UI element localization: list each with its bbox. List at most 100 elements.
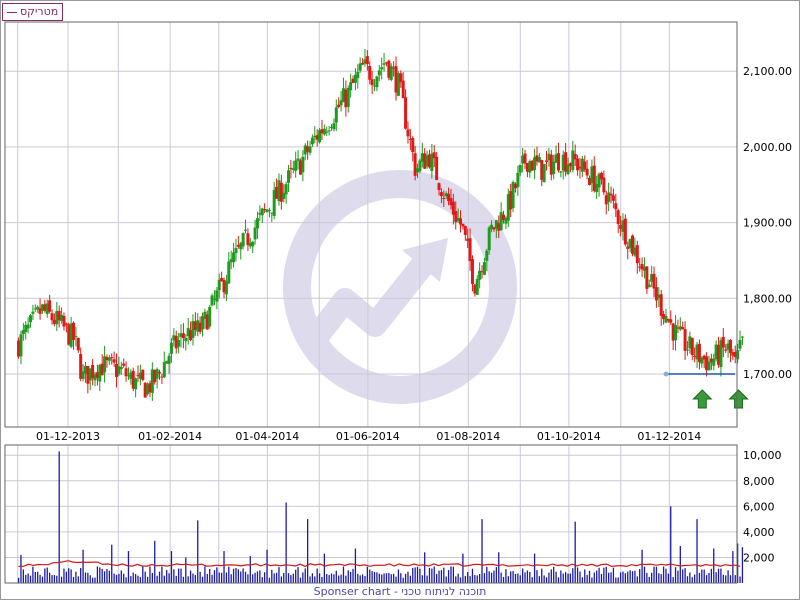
candle-body [674,325,678,341]
candle-body [559,171,563,173]
candle-body [616,210,620,225]
candle-body [406,129,410,137]
price-tick-label: 2,000.00 [743,141,792,154]
candle-body [356,71,360,79]
candle-body [669,319,673,323]
candle-body [241,233,245,247]
candle-body [19,334,23,357]
candle-body [545,160,549,162]
footer-credit: Sponser chart - תוכנה לניתוח טכני [313,585,487,598]
candle-body [370,79,374,86]
candle-body [62,316,66,327]
candle-body [377,70,381,76]
candle-body [294,160,298,171]
candle-body [475,279,479,295]
candle-body [375,76,379,88]
candle-body [227,261,231,284]
candle-body [122,363,126,366]
price-tick-label: 1,900.00 [743,217,792,230]
candle-body [26,324,30,329]
candle-body [48,300,52,312]
volume-panel-frame [4,444,738,584]
volume-tick-label: 10,000 [743,449,782,462]
date-tick-label: 01-06-2014 [336,430,400,443]
candle-body [232,252,236,263]
candle-body [681,327,685,330]
candle-body [463,225,467,235]
candle-body [284,184,288,195]
candle-body [167,355,171,364]
volume-tick-label: 8,000 [743,475,775,488]
date-tick-label: 01-08-2014 [436,430,500,443]
candle-body [169,342,173,354]
candle-body [76,337,80,351]
candle-body [585,168,589,176]
candle-body [253,227,257,240]
candle-body [296,158,300,161]
candle-body [267,209,271,211]
price-tick-label: 1,800.00 [743,292,792,305]
date-tick-label: 01-12-2014 [637,430,701,443]
candle-body [602,177,606,193]
candle-body [728,339,732,354]
candle-body [418,160,422,172]
date-tick-label: 01-12-2013 [36,430,100,443]
price-tick-label: 2,100.00 [743,65,792,78]
candle-body [112,359,116,363]
candle-body [652,273,656,289]
candle-body [365,56,369,65]
candle-body [31,311,35,314]
candle-body [552,161,556,174]
candle-body [647,284,651,288]
up-arrow-icon [692,389,713,409]
candle-body [404,97,408,129]
candle-body [72,322,76,340]
candle-body [712,358,716,366]
candle-body [518,164,522,173]
candle-body [442,198,446,200]
candle-body [556,153,560,171]
candle-body [482,262,486,275]
candle-body [217,279,221,291]
candle-body [124,368,128,377]
candle-body [368,66,372,80]
candle-body [162,362,166,378]
candle-body [215,290,219,302]
candle-body [623,218,627,245]
candle-body [459,218,463,225]
candle-body [470,259,474,284]
candle-body [685,349,689,351]
chart-canvas: 1,700.00 1,800.00 1,900.00 2,000.00 2,100.00… [0,0,800,600]
price-annotations [663,371,749,409]
candle-body [738,340,742,349]
candle-body [251,241,255,247]
candle-body [308,146,312,153]
candle-body [50,313,54,321]
candle-body [208,306,212,327]
candle-body [301,156,305,173]
candle-body [334,107,338,123]
candle-body [327,130,331,132]
candle-body [401,80,405,99]
price-tick-label: 1,700.00 [743,368,792,381]
candle-body [707,361,711,371]
candle-body [683,329,687,351]
volume-bars [17,451,744,583]
candle-body [690,337,694,356]
date-tick-label: 01-02-2014 [138,430,202,443]
candle-body [234,248,238,253]
candle-body [380,67,384,70]
volume-moving-average [18,560,741,568]
candle-body [134,378,138,390]
candle-body [382,63,386,65]
candle-body [158,372,162,374]
candle-body [349,82,353,91]
candle-body [411,137,415,152]
candle-body [542,163,546,183]
candle-body [413,153,417,176]
candle-body [210,295,214,306]
candle-body [614,203,618,210]
price-candles [17,49,744,402]
candle-body [635,245,639,264]
candle-body [310,137,314,145]
